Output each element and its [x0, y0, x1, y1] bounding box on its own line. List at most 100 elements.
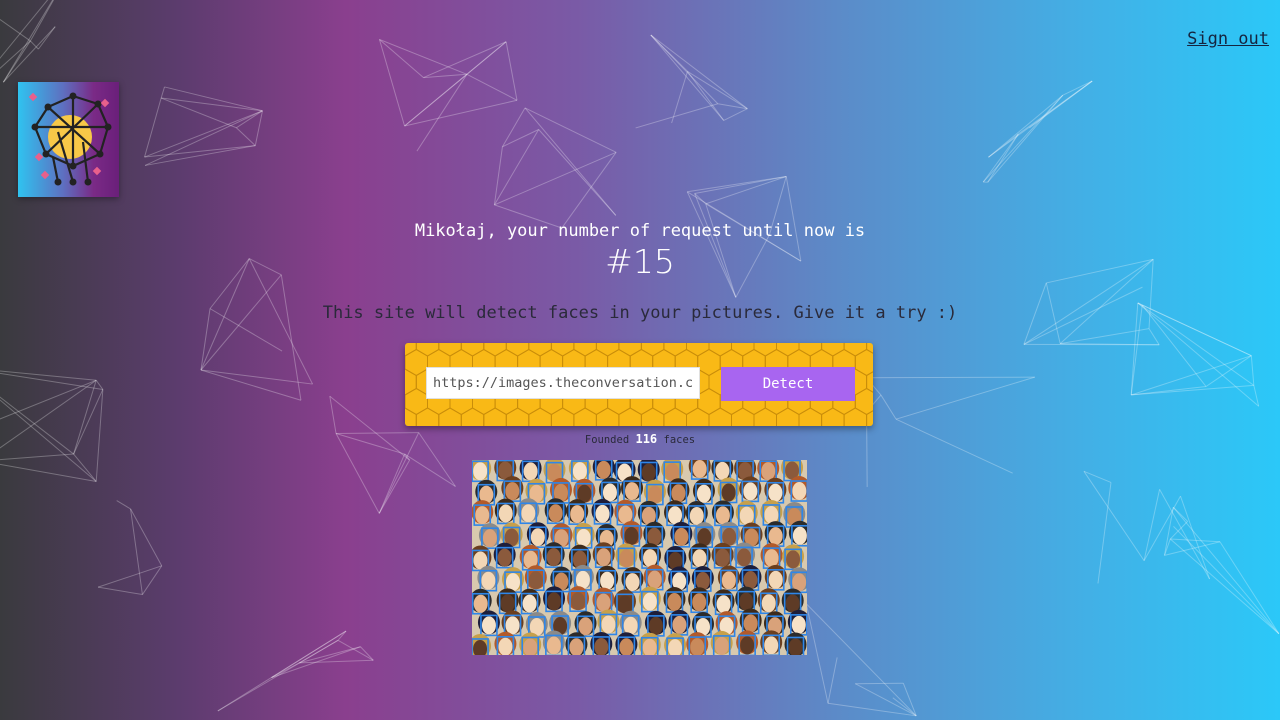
- face: [596, 565, 619, 592]
- face: [598, 477, 621, 504]
- face: [764, 477, 787, 504]
- face: [567, 586, 590, 612]
- face: [477, 565, 500, 592]
- face: [688, 460, 711, 480]
- face: [643, 479, 666, 506]
- face: [472, 460, 492, 483]
- face: [621, 476, 644, 502]
- face: [472, 588, 492, 615]
- faces-found-text: Founded 116 faces: [0, 432, 1280, 446]
- face: [544, 498, 567, 525]
- face: [592, 460, 615, 481]
- face: [739, 476, 762, 503]
- face: [691, 566, 714, 592]
- face: [493, 542, 516, 569]
- face: [501, 610, 524, 637]
- url-form-panel: Detect: [405, 343, 873, 426]
- face: [566, 499, 589, 525]
- face: [781, 588, 804, 615]
- face: [712, 589, 735, 616]
- face: [764, 564, 787, 591]
- face: [644, 610, 667, 637]
- face: [760, 630, 783, 655]
- face-count: 116: [635, 432, 658, 446]
- face: [760, 499, 783, 526]
- face: [643, 521, 666, 548]
- face: [502, 567, 525, 593]
- face: [667, 478, 690, 505]
- face: [784, 632, 807, 655]
- face: [664, 633, 687, 655]
- face: [501, 476, 524, 502]
- face: [710, 630, 733, 655]
- face: [477, 610, 500, 637]
- sign-out-link[interactable]: Sign out: [1187, 29, 1269, 49]
- face: [571, 564, 594, 591]
- face: [711, 500, 734, 527]
- face: [615, 543, 638, 570]
- face: [496, 588, 519, 615]
- image-url-input[interactable]: [426, 367, 700, 399]
- face: [472, 633, 492, 655]
- face: [688, 587, 711, 614]
- face: [688, 543, 711, 570]
- face: [739, 565, 762, 591]
- face: [733, 542, 756, 569]
- app-logo: [18, 82, 119, 197]
- face: [643, 564, 666, 591]
- face: [494, 631, 517, 655]
- face: [693, 522, 716, 548]
- request-count: #15: [605, 242, 675, 281]
- face: [614, 499, 637, 526]
- face: [619, 610, 642, 637]
- face: [736, 630, 759, 655]
- face: [478, 523, 501, 549]
- crowd-faces-image: [472, 460, 807, 655]
- face: [592, 542, 615, 569]
- face: [788, 567, 807, 594]
- face: [711, 542, 734, 569]
- face: [543, 586, 566, 613]
- face: [542, 542, 565, 568]
- found-prefix: Founded: [584, 434, 630, 446]
- face: [621, 567, 644, 593]
- face: [735, 500, 758, 527]
- face: [568, 460, 591, 482]
- face: [764, 521, 787, 547]
- face: [590, 631, 613, 655]
- face: [638, 586, 661, 613]
- face: [517, 498, 540, 525]
- site-description: This site will detect faces in your pict…: [322, 303, 958, 323]
- face: [686, 632, 709, 655]
- face: [735, 586, 758, 613]
- face: [519, 460, 542, 483]
- found-suffix: faces: [663, 434, 696, 446]
- detect-button[interactable]: Detect: [721, 367, 855, 401]
- face: [494, 498, 517, 525]
- face: [663, 587, 686, 613]
- greeting-text: Mikołaj, your number of request until no…: [414, 221, 866, 241]
- face: [542, 630, 565, 655]
- face: [670, 521, 693, 548]
- face: [760, 543, 783, 569]
- face: [613, 589, 636, 616]
- face: [639, 543, 662, 569]
- face: [757, 588, 780, 615]
- face: [526, 522, 549, 548]
- face: [620, 520, 643, 547]
- face: [664, 500, 687, 527]
- face: [597, 609, 620, 636]
- face: [739, 608, 762, 635]
- face: [592, 587, 615, 614]
- face: [472, 500, 494, 526]
- face: [717, 565, 740, 592]
- result-image: [472, 460, 807, 655]
- face: [572, 522, 595, 549]
- face: [692, 478, 715, 505]
- face: [782, 544, 805, 571]
- face: [591, 498, 614, 525]
- face: [637, 460, 660, 484]
- face: [668, 609, 691, 636]
- face: [518, 588, 541, 615]
- face: [524, 565, 547, 592]
